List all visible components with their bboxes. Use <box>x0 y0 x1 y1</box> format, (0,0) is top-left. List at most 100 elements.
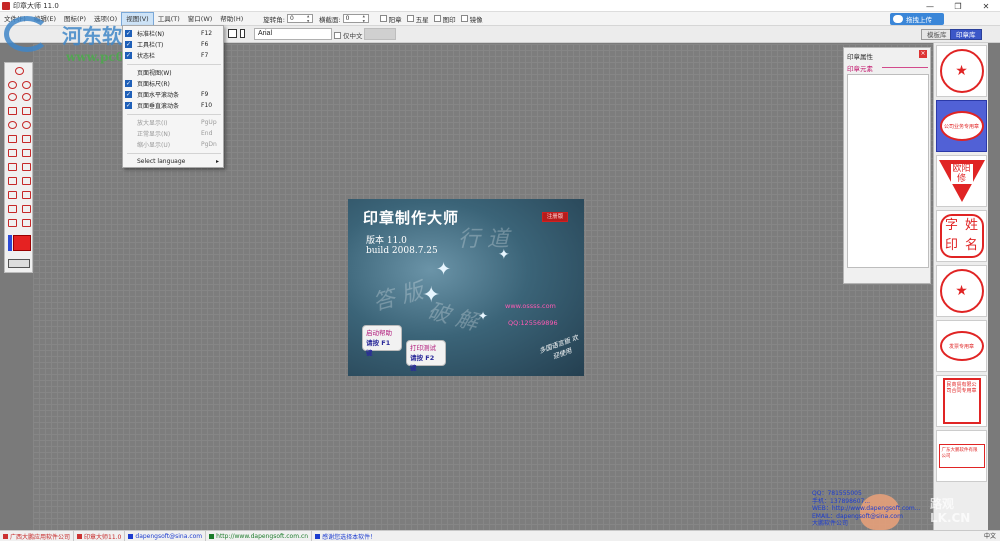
primary-color-swatch[interactable] <box>13 235 31 251</box>
close-icon[interactable]: × <box>919 50 927 58</box>
font-select[interactable]: Arial <box>254 28 332 40</box>
splash-website: www.ossss.com <box>505 302 556 310</box>
minimize-button[interactable]: — <box>916 0 944 12</box>
stamp-char: 名 <box>964 238 978 253</box>
menu-item-language[interactable]: Select language ▸ <box>123 156 223 167</box>
check-yang[interactable] <box>379 15 387 22</box>
text-tool-icon[interactable] <box>7 191 17 199</box>
check-star-label: 五星 <box>415 15 429 24</box>
secondary-color-swatch[interactable] <box>8 235 12 251</box>
menu-item-toolbar[interactable]: ✓ 工具栏(T) F6 <box>123 39 223 50</box>
stamp-item[interactable]: ★ <box>936 265 987 317</box>
triangle-stamp: 欧阳修 <box>938 160 985 202</box>
line-tool2-icon[interactable] <box>22 205 32 213</box>
menu-item-hscroll[interactable]: ✓ 页面水平滚动条 F9 <box>123 89 223 100</box>
frame-tool-icon[interactable] <box>7 149 17 157</box>
oval-tool-icon[interactable] <box>7 121 17 129</box>
rotate-input[interactable]: 0 <box>286 14 313 23</box>
print-button-key: 请按 F2 键 <box>410 354 435 372</box>
contact-web: WEB：http://www.dapengsoft.com... <box>812 505 921 512</box>
table-tool-icon[interactable] <box>7 219 17 227</box>
frame-tool2-icon[interactable] <box>22 149 32 157</box>
check-image[interactable] <box>433 15 441 22</box>
square-tool-icon[interactable] <box>7 135 17 143</box>
menu-item-ruler[interactable]: ✓ 页面标尺(R) <box>123 78 223 89</box>
menu-separator <box>127 153 221 154</box>
menu-help[interactable]: 帮助(H) <box>216 12 247 26</box>
splash-deco-2: 答 版 <box>370 278 427 317</box>
table-tool2-icon[interactable] <box>22 219 32 227</box>
status-website[interactable]: http://www.dapengsoft.com.cn <box>206 531 313 541</box>
circle-tool2-icon[interactable] <box>22 81 32 89</box>
info-icon <box>315 533 321 539</box>
check-mirror[interactable] <box>460 15 468 22</box>
close-button[interactable]: ✕ <box>972 0 1000 12</box>
oval-stamp: 公司业务专用章 <box>939 111 984 141</box>
menu-item-zoom-out[interactable]: 缩小显示(U) PgDn <box>123 139 223 150</box>
menu-item-statusbar[interactable]: ✓ 状态栏 F7 <box>123 50 223 61</box>
print-test-button[interactable]: 打印测试 请按 F2 键 <box>406 340 446 372</box>
menu-item-normal[interactable]: 正常显示(N) End <box>123 128 223 139</box>
chinese-only-check[interactable]: 仅中文 <box>334 30 363 40</box>
stamp-item[interactable]: ★ <box>936 45 987 97</box>
star-icon: ✦ <box>478 309 489 323</box>
tilt-input[interactable]: 0 <box>342 14 369 23</box>
oval-tool2-icon[interactable] <box>22 121 32 129</box>
magnifier-icon <box>125 130 132 137</box>
ime-label: 中文 <box>983 533 996 540</box>
check-star[interactable] <box>406 15 414 22</box>
menu-item-zoom-in[interactable]: 放大显示(I) PgUp <box>123 117 223 128</box>
text-tool2-icon[interactable] <box>22 191 32 199</box>
status-email[interactable]: dapengsoft@sina.com <box>125 531 207 541</box>
name-stamp: 字 姓 印 名 <box>939 214 984 258</box>
ellipse-tool2-icon[interactable] <box>22 93 32 101</box>
square-tool2-icon[interactable] <box>22 135 32 143</box>
flag-icon <box>3 533 8 539</box>
star-icon: ✦ <box>436 259 452 280</box>
grid-tool2-icon[interactable] <box>22 177 32 185</box>
triangle-tool-icon[interactable] <box>22 163 32 171</box>
contact-qq: QQ：781555005 <box>812 490 862 497</box>
upload-button[interactable]: 拖拽上传 <box>890 13 944 25</box>
rect-tool-icon[interactable] <box>7 107 17 115</box>
stamp-item[interactable]: 发票专用章 <box>936 320 987 372</box>
ellipse-tool-icon[interactable] <box>7 93 17 101</box>
check-icon: ✓ <box>125 52 132 59</box>
grid-tool-icon[interactable] <box>7 177 17 185</box>
tab-templates[interactable]: 模板库 <box>921 29 953 40</box>
menu-window[interactable]: 窗口(W) <box>184 12 217 26</box>
line-tool-icon[interactable] <box>7 205 17 213</box>
check-icon: ✓ <box>125 30 132 37</box>
stamp-item[interactable]: 字 姓 印 名 <box>936 210 987 262</box>
font-size-select[interactable] <box>364 28 396 40</box>
menu-item-page-view[interactable]: 页面视图(W) <box>123 67 223 78</box>
stamp-item[interactable]: 公司业务专用章 <box>936 100 987 152</box>
oval-stamp: 发票专用章 <box>939 331 984 361</box>
check-icon: ✓ <box>125 41 132 48</box>
eye-icon[interactable] <box>15 67 24 75</box>
tilt-control: 横截面: 0 <box>319 14 369 24</box>
star-tool-icon[interactable] <box>7 163 17 171</box>
title-bar: 印章大师 11.0 <box>0 0 1000 12</box>
corner-watermark-line2: LK.CN <box>930 511 971 525</box>
chinese-only-box[interactable] <box>334 31 341 39</box>
menu-item-standard-bar[interactable]: ✓ 标准栏(N) F12 <box>123 28 223 39</box>
stamp-item[interactable]: 广东大鹏软件有限公司 <box>936 430 987 482</box>
check-mirror-label: 镜像 <box>469 15 483 24</box>
menu-item-vscroll[interactable]: ✓ 页面垂直滚动条 F10 <box>123 100 223 111</box>
circle-tool-icon[interactable] <box>7 81 17 89</box>
tab-stamps[interactable]: 印章库 <box>950 29 982 40</box>
maximize-button[interactable]: ❐ <box>944 0 972 12</box>
bar-icon[interactable] <box>240 29 245 38</box>
properties-list[interactable] <box>847 74 929 268</box>
triangle-stamp-text: 欧阳修 <box>950 164 973 184</box>
grid-icon[interactable] <box>228 29 237 38</box>
ime-indicator[interactable]: 中文 <box>984 530 996 541</box>
status-email-text: dapengsoft@sina.com <box>135 532 203 540</box>
rect-tool2-icon[interactable] <box>22 107 32 115</box>
stamp-item[interactable]: 欧阳修 <box>936 155 987 207</box>
contact-company: 大鹏软件公司 <box>812 520 849 527</box>
help-button[interactable]: 启动帮助 请按 F1 键 <box>362 325 402 357</box>
stamp-item[interactable]: 民商贸有限公司合同专用章 <box>936 375 987 427</box>
eyedropper-icon[interactable] <box>8 259 30 268</box>
